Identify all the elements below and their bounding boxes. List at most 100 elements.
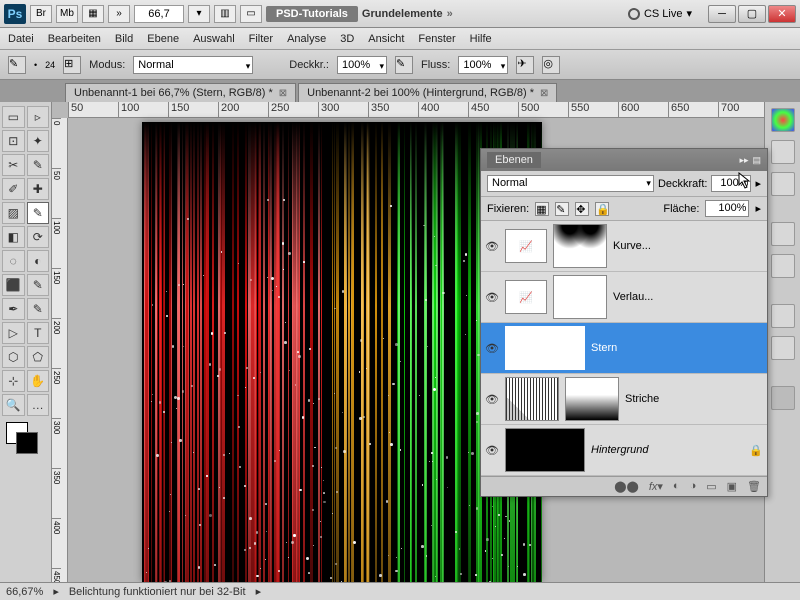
layer-opacity-field[interactable]: 100% (711, 175, 751, 192)
menu-fenster[interactable]: Fenster (418, 33, 455, 45)
visibility-toggle-icon[interactable]: 👁 (485, 443, 499, 457)
chevron-right-icon[interactable]: » (447, 8, 453, 20)
brush-panel-toggle[interactable]: ⊞ (63, 56, 81, 74)
tool-4[interactable]: ✂ (2, 154, 25, 176)
close-tab-icon[interactable]: ⊠ (279, 88, 287, 99)
tool-25[interactable]: … (27, 394, 50, 416)
tool-19[interactable]: T (27, 322, 50, 344)
lock-paint-icon[interactable]: ✎ (555, 202, 569, 216)
maximize-button[interactable]: ▢ (738, 5, 766, 23)
flow-field[interactable]: 100% (458, 56, 508, 74)
zoom-level-field[interactable]: 66,7 (134, 5, 184, 23)
close-tab-icon[interactable]: ⊠ (540, 88, 548, 99)
brush-size[interactable]: 24 (45, 60, 55, 70)
screen-mode-button[interactable]: ▭ (240, 5, 262, 23)
tool-18[interactable]: ▷ (2, 322, 25, 344)
layer-mask-icon[interactable]: ◐ (673, 480, 680, 493)
tool-17[interactable]: ✎ (27, 298, 50, 320)
close-button[interactable]: ✕ (768, 5, 796, 23)
paragraph-panel-icon[interactable] (771, 336, 795, 360)
minimize-button[interactable]: ─ (708, 5, 736, 23)
document-tab[interactable]: Unbenannt-1 bei 66,7% (Stern, RGB/8) *⊠ (65, 83, 296, 102)
tool-10[interactable]: ◧ (2, 226, 25, 248)
opacity-field[interactable]: 100% (337, 56, 387, 74)
color-swatch[interactable] (2, 422, 49, 456)
layer-row[interactable]: 👁 Stern (481, 323, 767, 374)
tool-6[interactable]: ✐ (2, 178, 25, 200)
menu-ebene[interactable]: Ebene (147, 33, 179, 45)
tool-8[interactable]: ▨ (2, 202, 25, 224)
menu-bild[interactable]: Bild (115, 33, 133, 45)
lock-position-icon[interactable]: ✥ (575, 202, 589, 216)
minibridge-button[interactable]: Mb (56, 5, 78, 23)
lock-transparency-icon[interactable]: ▦ (535, 202, 549, 216)
layer-name[interactable]: Hintergrund (591, 444, 743, 456)
tool-20[interactable]: ⬡ (2, 346, 25, 368)
tool-5[interactable]: ✎ (27, 154, 50, 176)
visibility-toggle-icon[interactable]: 👁 (485, 290, 499, 304)
cslive-icon[interactable] (628, 8, 640, 20)
link-layers-icon[interactable]: ⬤⬤ (614, 480, 639, 493)
tool-9[interactable]: ✎ (27, 202, 50, 224)
view-extras-button[interactable]: ▦ (82, 5, 104, 23)
menu-datei[interactable]: Datei (8, 33, 34, 45)
tablet-size-icon[interactable]: ◎ (542, 56, 560, 74)
tool-22[interactable]: ⊹ (2, 370, 25, 392)
tool-15[interactable]: ✎ (27, 274, 50, 296)
tool-11[interactable]: ⟳ (27, 226, 50, 248)
status-zoom[interactable]: 66,67% (6, 586, 43, 598)
layer-blend-dropdown[interactable]: Normal (487, 175, 654, 192)
tool-7[interactable]: ✚ (27, 178, 50, 200)
layer-name[interactable]: Stern (591, 342, 763, 354)
arrange-documents-button[interactable]: ▥ (214, 5, 236, 23)
tool-23[interactable]: ✋ (27, 370, 50, 392)
tool-14[interactable]: ⬛ (2, 274, 25, 296)
visibility-toggle-icon[interactable]: 👁 (485, 341, 499, 355)
layer-row[interactable]: 👁📈Verlau... (481, 272, 767, 323)
menu-bearbeiten[interactable]: Bearbeiten (48, 33, 101, 45)
layer-row[interactable]: 👁Striche (481, 374, 767, 425)
tablet-opacity-icon[interactable]: ✎ (395, 56, 413, 74)
airbrush-icon[interactable]: ✈ (516, 56, 534, 74)
layer-row[interactable]: 👁📈Kurve... (481, 221, 767, 272)
fill-field[interactable]: 100% (705, 200, 749, 217)
tool-0[interactable]: ▭ (2, 106, 25, 128)
workspace-tag[interactable]: PSD-Tutorials (266, 6, 358, 22)
layers-panel-header[interactable]: Ebenen ▸▸ ▤ (481, 149, 767, 171)
blend-mode-dropdown[interactable]: Normal (133, 56, 253, 74)
menu-auswahl[interactable]: Auswahl (193, 33, 235, 45)
bridge-button[interactable]: Br (30, 5, 52, 23)
visibility-toggle-icon[interactable]: 👁 (485, 239, 499, 253)
tool-21[interactable]: ⬠ (27, 346, 50, 368)
chevron-right-icon[interactable]: ▸ (755, 202, 761, 215)
layer-fx-icon[interactable]: fx▾ (649, 480, 663, 493)
layer-name[interactable]: Verlau... (613, 291, 763, 303)
cslive-label[interactable]: CS Live (644, 8, 683, 20)
swatches-panel-icon[interactable] (771, 140, 795, 164)
adjustment-layer-icon[interactable]: ◑ (690, 480, 697, 493)
menu-hilfe[interactable]: Hilfe (470, 33, 492, 45)
panel-menu-icon[interactable]: ▤ (752, 155, 761, 166)
lock-all-icon[interactable]: 🔒 (595, 202, 609, 216)
layer-name[interactable]: Kurve... (613, 240, 763, 252)
tool-1[interactable]: ▹ (27, 106, 50, 128)
chevron-down-icon[interactable]: ▾ (188, 5, 210, 23)
chevron-down-icon[interactable]: » (108, 5, 130, 23)
tool-16[interactable]: ✒ (2, 298, 25, 320)
tool-3[interactable]: ✦ (27, 130, 50, 152)
layers-panel-icon[interactable] (771, 386, 795, 410)
tool-13[interactable]: ◐ (27, 250, 50, 272)
chevron-right-icon[interactable]: ▸ (755, 177, 761, 190)
delete-layer-icon[interactable]: 🗑 (747, 480, 761, 493)
menu-3d[interactable]: 3D (340, 33, 354, 45)
tool-24[interactable]: 🔍 (2, 394, 25, 416)
menu-filter[interactable]: Filter (249, 33, 273, 45)
collapse-icon[interactable]: ▸▸ (739, 155, 748, 166)
color-panel-icon[interactable] (771, 108, 795, 132)
adjustments-panel-icon[interactable] (771, 172, 795, 196)
history-panel-icon[interactable] (771, 222, 795, 246)
brush-tool-icon[interactable]: ✎ (8, 56, 26, 74)
character-panel-icon[interactable] (771, 304, 795, 328)
chevron-down-icon[interactable]: ▾ (686, 7, 692, 20)
actions-panel-icon[interactable] (771, 254, 795, 278)
